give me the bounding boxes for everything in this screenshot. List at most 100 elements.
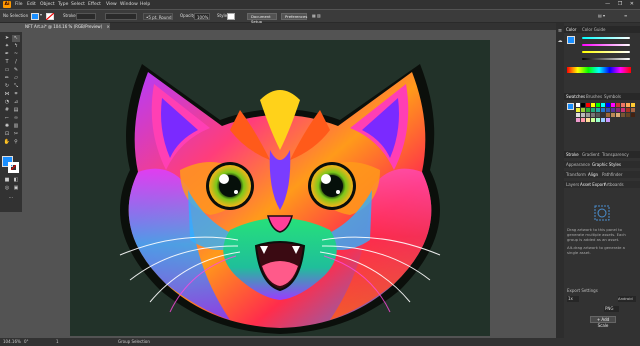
- menu-select[interactable]: Select: [71, 1, 85, 8]
- color-mode-icon[interactable]: ■: [3, 177, 11, 184]
- brush-definition[interactable]: •5 pt. Round: [143, 12, 173, 20]
- tab-brushes[interactable]: Brushes: [586, 94, 602, 100]
- menu-edit[interactable]: Edit: [27, 1, 36, 8]
- suffix-field[interactable]: Android: [618, 296, 636, 302]
- menu-window[interactable]: Window: [120, 1, 138, 8]
- tab-color-guide[interactable]: Color Guide: [582, 27, 605, 33]
- more-tools-icon[interactable]: ⋯: [7, 195, 15, 202]
- tab-color[interactable]: Color: [566, 27, 576, 33]
- preferences-button[interactable]: Preferences: [281, 12, 307, 20]
- align-icon[interactable]: ▦ ▥: [312, 13, 321, 19]
- graph-icon[interactable]: ▥: [12, 123, 20, 130]
- rotation-value[interactable]: 0°: [24, 339, 29, 345]
- chevron-down-icon[interactable]: ▾: [40, 12, 42, 18]
- panel-dock-strip: ≡ ☁: [556, 23, 564, 338]
- properties-icon[interactable]: ≡: [556, 28, 564, 35]
- stroke-color-box[interactable]: [8, 162, 19, 173]
- variable-width-field[interactable]: [105, 12, 137, 20]
- menu-view[interactable]: View: [106, 1, 117, 8]
- opacity-field[interactable]: 100%: [194, 12, 210, 20]
- tab-asset-export[interactable]: Asset Export: [580, 182, 605, 188]
- tab-transform[interactable]: Transform: [566, 172, 586, 178]
- paintbrush-icon[interactable]: ✎: [12, 67, 20, 74]
- scale-icon[interactable]: ⤡: [12, 83, 20, 90]
- export-settings-label[interactable]: Export Settings: [567, 288, 598, 294]
- style-swatch[interactable]: [227, 12, 235, 20]
- asset-export-hint-2: Alt-drag artwork to generate a single as…: [567, 245, 625, 255]
- curvature-icon[interactable]: ~: [12, 51, 20, 58]
- menu-object[interactable]: Object: [40, 1, 55, 8]
- blend-icon[interactable]: ∞: [12, 115, 20, 122]
- document-setup-button[interactable]: Document Setup: [247, 12, 277, 24]
- hand-tool-icon[interactable]: ✋: [3, 139, 11, 146]
- slider-g[interactable]: [582, 44, 630, 46]
- panel-menu-icon[interactable]: ≡: [624, 13, 627, 19]
- tab-stroke[interactable]: Stroke: [566, 152, 579, 158]
- lasso-icon[interactable]: ϟ: [12, 43, 20, 50]
- selection-tool-icon[interactable]: ➤: [3, 35, 11, 42]
- tab-appearance[interactable]: Appearance: [566, 162, 590, 168]
- slider-r[interactable]: [582, 37, 630, 39]
- magic-wand-icon[interactable]: ✦: [3, 43, 11, 50]
- line-tool-icon[interactable]: /: [12, 59, 20, 66]
- shape-builder-icon[interactable]: ◔: [3, 99, 11, 106]
- color-spectrum[interactable]: [567, 67, 631, 73]
- slider-k[interactable]: [582, 58, 630, 60]
- workspace-icon[interactable]: ▤ ▾: [598, 13, 605, 19]
- zoom-tool-icon[interactable]: ⚲: [12, 139, 20, 146]
- slider-b[interactable]: [582, 51, 630, 53]
- artboard[interactable]: [70, 40, 490, 336]
- tab-pathfinder[interactable]: Pathfinder: [602, 172, 623, 178]
- swatches-fill-box[interactable]: [567, 103, 574, 110]
- tab-swatches[interactable]: Swatches: [566, 94, 585, 100]
- mesh-icon[interactable]: #: [3, 107, 11, 114]
- gradient-icon[interactable]: ▤: [12, 107, 20, 114]
- selection-label: No Selection: [3, 13, 29, 18]
- perspective-icon[interactable]: ⊿: [12, 99, 20, 106]
- libraries-icon[interactable]: ☁: [556, 38, 564, 45]
- color-fill-box[interactable]: [567, 36, 575, 44]
- artboard-number[interactable]: 1: [56, 339, 59, 345]
- scale-dropdown[interactable]: 1x: [567, 296, 579, 302]
- eyedropper-icon[interactable]: ⌐: [3, 115, 11, 122]
- symbol-sprayer-icon[interactable]: ✺: [3, 123, 11, 130]
- zoom-level[interactable]: 104.16%: [3, 339, 21, 345]
- slice-icon[interactable]: ✂: [12, 131, 20, 138]
- eraser-icon[interactable]: ▱: [12, 75, 20, 82]
- screen-mode-icon[interactable]: ▣: [12, 185, 20, 192]
- menu-type[interactable]: Type: [58, 1, 68, 8]
- rectangle-tool-icon[interactable]: ▭: [3, 67, 11, 74]
- artboard-tool-icon[interactable]: ⊡: [3, 131, 11, 138]
- document-tab[interactable]: NFT Art.ai* @ 104.16 % (RGB/Preview) ×: [22, 23, 110, 30]
- tab-layers[interactable]: Layers: [566, 182, 579, 188]
- tab-gradient[interactable]: Gradient: [582, 152, 599, 158]
- width-tool-icon[interactable]: ⋈: [3, 91, 11, 98]
- swatch-grid[interactable]: [576, 103, 638, 143]
- tab-artboards[interactable]: Artboards: [604, 182, 624, 188]
- menu-help[interactable]: Help: [140, 1, 150, 8]
- swatches-panel-header: Swatches Brushes Symbols: [564, 93, 640, 100]
- fill-swatch[interactable]: [31, 12, 39, 20]
- menu-file[interactable]: File: [15, 1, 23, 8]
- stroke-weight-field[interactable]: [76, 12, 96, 20]
- pen-tool-icon[interactable]: ✒: [3, 51, 11, 58]
- close-icon[interactable]: ×: [107, 24, 110, 29]
- layers-panel-header: Layers Asset Export Artboards: [564, 181, 640, 188]
- stroke-swatch[interactable]: [46, 12, 54, 20]
- type-tool-icon[interactable]: T: [3, 59, 11, 66]
- draw-mode-icon[interactable]: ◎: [3, 185, 11, 192]
- tab-symbols[interactable]: Symbols: [604, 94, 621, 100]
- direct-selection-tool-icon[interactable]: ↖: [12, 35, 20, 42]
- rotate-icon[interactable]: ↻: [3, 83, 11, 90]
- menu-effect[interactable]: Effect: [88, 1, 101, 8]
- current-tool-status: Group Selection: [118, 339, 150, 344]
- gradient-mode-icon[interactable]: ◧: [12, 177, 20, 184]
- free-transform-icon[interactable]: ⌗: [12, 91, 20, 98]
- tab-graphic-styles[interactable]: Graphic Styles: [592, 162, 621, 168]
- add-scale-button[interactable]: + Add Scale: [590, 316, 616, 328]
- tab-transparency[interactable]: Transparency: [602, 152, 629, 158]
- pencil-icon[interactable]: ✏: [3, 75, 11, 82]
- window-controls[interactable]: — ❐ ✕: [605, 1, 637, 8]
- tab-align[interactable]: Align: [588, 172, 598, 178]
- format-dropdown[interactable]: PNG: [604, 306, 619, 312]
